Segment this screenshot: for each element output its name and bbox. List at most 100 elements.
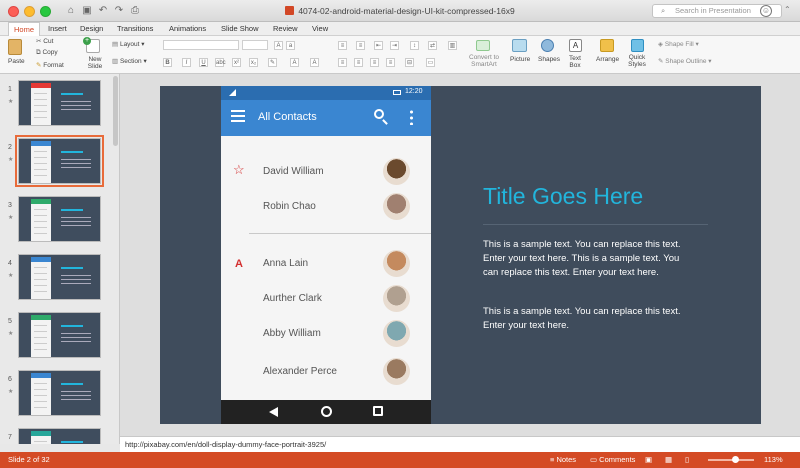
slide-sorter-icon[interactable]: ▦ <box>665 452 672 468</box>
align-left-button[interactable]: ≡ <box>338 58 347 67</box>
contact-name[interactable]: Robin Chao <box>263 201 316 212</box>
strikethrough-button[interactable]: abc <box>215 58 226 67</box>
slide-thumbnail-row[interactable]: 5 ★ <box>0 310 112 360</box>
paste-icon[interactable] <box>8 39 22 55</box>
slide-body-paragraph-1[interactable]: This is a sample text. You can replace t… <box>483 238 683 280</box>
shapes-icon[interactable] <box>541 39 554 52</box>
slide-thumbnail-row[interactable]: 1 ★ <box>0 78 112 128</box>
increase-font-icon[interactable]: A <box>274 41 283 50</box>
contact-avatar[interactable] <box>383 250 410 277</box>
home-circle-icon[interactable] <box>321 406 332 417</box>
more-options-icon[interactable] <box>410 109 413 125</box>
slide-thumbnail[interactable] <box>15 135 104 187</box>
undo-icon[interactable]: ↶ <box>96 4 110 17</box>
font-size-dropdown[interactable] <box>242 40 268 50</box>
zoom-slider[interactable] <box>708 456 754 463</box>
contact-name[interactable]: Aurther Clark <box>263 293 322 304</box>
quick-styles-icon[interactable] <box>631 39 644 52</box>
slide-thumbnail[interactable] <box>18 196 101 242</box>
italic-button[interactable]: I <box>182 58 191 67</box>
tab-insert[interactable]: Insert <box>48 22 67 36</box>
superscript-button[interactable]: x² <box>232 58 241 67</box>
align-right-button[interactable]: ≡ <box>370 58 379 67</box>
print-icon[interactable]: ⎙ <box>128 4 142 17</box>
slide-body-paragraph-2[interactable]: This is a sample text. You can replace t… <box>483 305 683 333</box>
new-slide-label[interactable]: New Slide <box>84 56 106 70</box>
contact-name[interactable]: Abby William <box>263 328 321 339</box>
paste-label[interactable]: Paste <box>8 58 25 65</box>
back-icon[interactable] <box>269 407 278 417</box>
contact-avatar[interactable] <box>383 193 410 220</box>
home-icon[interactable]: ⌂ <box>64 4 78 17</box>
align-center-button[interactable]: ≡ <box>354 58 363 67</box>
bullets-button[interactable]: ≡ <box>338 41 347 50</box>
clear-format-button[interactable]: A <box>310 58 319 67</box>
smiley-feedback-icon[interactable]: ☺ <box>760 5 772 17</box>
arrange-icon[interactable] <box>600 39 614 52</box>
slide-thumbnail[interactable] <box>18 312 101 358</box>
tab-review[interactable]: Review <box>273 22 298 36</box>
normal-view-icon[interactable]: ▣ <box>645 452 652 468</box>
close-window-button[interactable] <box>8 6 19 17</box>
convert-smartart-label[interactable]: Convert to SmartArt <box>466 54 502 68</box>
bold-button[interactable]: B <box>163 58 172 67</box>
tab-transitions[interactable]: Transitions <box>117 22 153 36</box>
slide-thumbnail[interactable] <box>18 428 101 444</box>
save-icon[interactable]: ▣ <box>80 4 94 17</box>
thumbnails-scrollbar[interactable] <box>113 76 118 146</box>
slide-thumbnail-row[interactable]: 2 ★ <box>0 135 112 187</box>
shape-outline-button[interactable]: ✎ Shape Outline ▾ <box>658 57 712 65</box>
menu-icon[interactable] <box>231 110 245 122</box>
slide-thumbnail-row[interactable]: 6 ★ <box>0 368 112 418</box>
highlight-button[interactable]: ✎ <box>268 58 277 67</box>
section-button[interactable]: ▥ Section ▾ <box>112 57 147 65</box>
underline-button[interactable]: U <box>199 58 208 67</box>
justify-button[interactable]: ≡ <box>386 58 395 67</box>
text-direction-button[interactable]: ⇄ <box>428 41 437 50</box>
shapes-label[interactable]: Shapes <box>538 56 560 63</box>
zoom-slider-thumb[interactable] <box>732 456 739 463</box>
search-icon[interactable] <box>374 109 388 125</box>
increase-indent-button[interactable]: ⇥ <box>390 41 399 50</box>
notes-button[interactable]: ≡ Notes <box>550 452 576 468</box>
smartart-icon[interactable] <box>476 40 490 51</box>
text-box-label[interactable]: Text Box <box>567 55 583 69</box>
tab-design[interactable]: Design <box>80 22 103 36</box>
tab-animations[interactable]: Animations <box>169 22 206 36</box>
picture-label[interactable]: Picture <box>510 56 530 63</box>
text-box-options-button[interactable]: ▭ <box>426 58 435 67</box>
redo-icon[interactable]: ↷ <box>112 4 126 17</box>
zoom-level[interactable]: 113% <box>764 452 783 468</box>
new-slide-icon[interactable]: + <box>83 37 100 53</box>
collapse-ribbon-icon[interactable]: ⌃ <box>784 5 791 14</box>
decrease-font-icon[interactable]: a <box>286 41 295 50</box>
slide-title[interactable]: Title Goes Here <box>483 183 643 210</box>
arrange-label[interactable]: Arrange <box>596 56 619 63</box>
contact-avatar[interactable] <box>383 320 410 347</box>
comments-button[interactable]: ▭ Comments <box>590 452 635 468</box>
subscript-button[interactable]: x₂ <box>249 58 258 67</box>
contact-avatar[interactable] <box>383 358 410 385</box>
picture-icon[interactable] <box>512 39 527 52</box>
copy-button[interactable]: ⧉ Copy <box>36 49 58 57</box>
slide-thumbnail-row[interactable]: 7★ <box>0 426 112 444</box>
recents-icon[interactable] <box>373 406 383 416</box>
quick-styles-label[interactable]: Quick Styles <box>626 54 648 68</box>
tab-view[interactable]: View <box>312 22 328 36</box>
align-text-button[interactable]: ⊟ <box>405 58 414 67</box>
text-box-icon[interactable]: A <box>569 39 582 52</box>
slide-thumbnail[interactable] <box>18 80 101 126</box>
zoom-window-button[interactable] <box>40 6 51 17</box>
font-color-button[interactable]: A <box>290 58 299 67</box>
contact-name[interactable]: Alexander Perce <box>263 366 337 377</box>
slide-thumbnail-row[interactable]: 3 ★ <box>0 194 112 244</box>
contact-name[interactable]: Anna Lain <box>263 258 308 269</box>
contact-avatar[interactable] <box>383 158 410 185</box>
numbering-button[interactable]: ≡ <box>356 41 365 50</box>
contact-avatar[interactable] <box>383 285 410 312</box>
columns-button[interactable]: ▥ <box>448 41 457 50</box>
layout-button[interactable]: ▤ Layout ▾ <box>112 40 145 48</box>
tab-slide-show[interactable]: Slide Show <box>221 22 259 36</box>
contact-name[interactable]: David William <box>263 166 324 177</box>
line-spacing-button[interactable]: ↕ <box>410 41 419 50</box>
